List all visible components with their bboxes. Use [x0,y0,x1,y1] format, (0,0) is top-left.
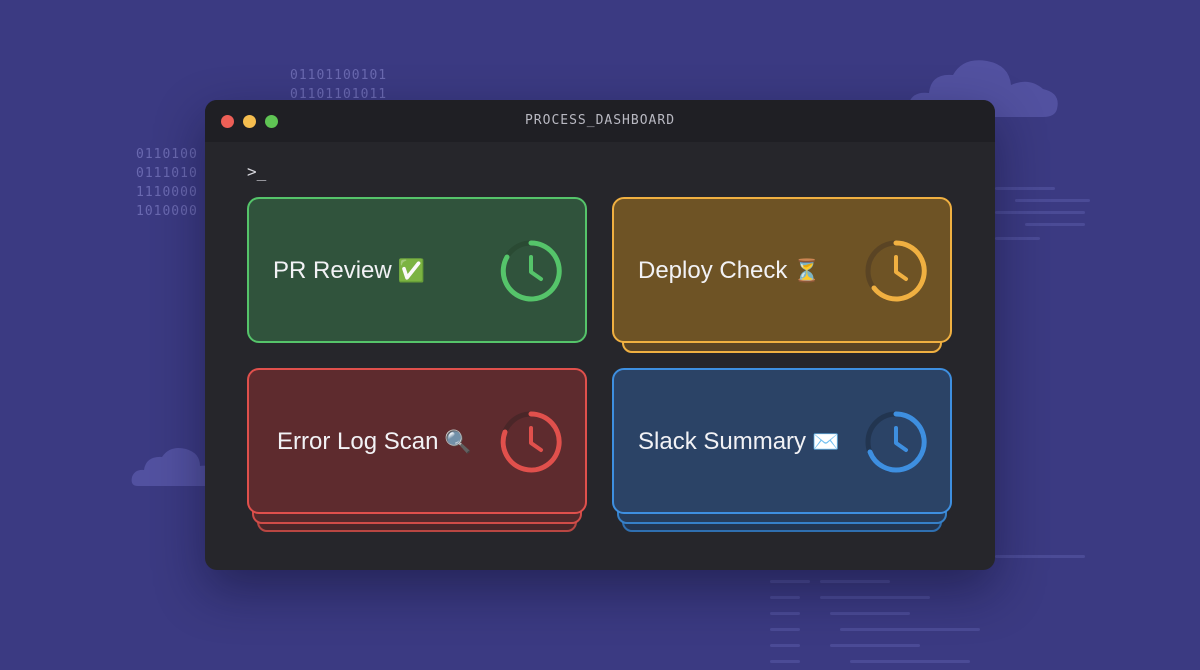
card-title: Error Log Scan [277,428,439,455]
check-icon: ✅ [397,258,426,283]
binary-text-left: 0110100 0111010 1110000 1010000 [136,145,198,221]
card-label: Slack Summary ✉️ [638,428,839,456]
clock-icon [865,411,927,473]
code-lines-right [995,185,1115,565]
card-label: Error Log Scan 🔍 [277,428,472,456]
title-bar: PROCESS_DASHBOARD [205,100,995,142]
card-label: PR Review ✅ [273,257,425,285]
clock-icon [500,240,562,302]
card-deploy-check[interactable]: Deploy Check ⏳ [612,197,952,353]
card-label: Deploy Check ⏳ [638,257,821,285]
clock-icon [865,240,927,302]
dashboard-window: PROCESS_DASHBOARD >_ PR Review ✅ Deploy C… [205,100,995,570]
terminal-prompt: >_ [247,162,267,181]
card-title: Deploy Check [638,257,788,284]
card-title: Slack Summary [638,428,807,455]
binary-line: 01101100101 [290,68,388,83]
binary-text-top: 01101100101 01101101011 [290,66,387,104]
card-face: Slack Summary ✉️ [612,368,952,514]
magnifier-icon: 🔍 [444,429,472,454]
card-face: Error Log Scan 🔍 [247,368,587,514]
window-title: PROCESS_DASHBOARD [524,113,676,128]
envelope-icon: ✉️ [812,429,840,454]
card-slack-summary[interactable]: Slack Summary ✉️ [612,368,952,532]
binary-line: 1010000 [136,204,198,219]
binary-line: 1110000 [136,185,198,200]
hourglass-icon: ⏳ [793,258,821,283]
clock-icon [500,411,562,473]
binary-line: 0111010 [136,166,198,181]
card-pr-review[interactable]: PR Review ✅ [247,197,587,343]
binary-line: 0110100 [136,147,198,162]
card-face: PR Review ✅ [247,197,587,343]
card-face: Deploy Check ⏳ [612,197,952,343]
code-lines-bottom [770,576,1030,670]
card-title: PR Review [273,257,392,284]
card-error-log-scan[interactable]: Error Log Scan 🔍 [247,368,587,532]
